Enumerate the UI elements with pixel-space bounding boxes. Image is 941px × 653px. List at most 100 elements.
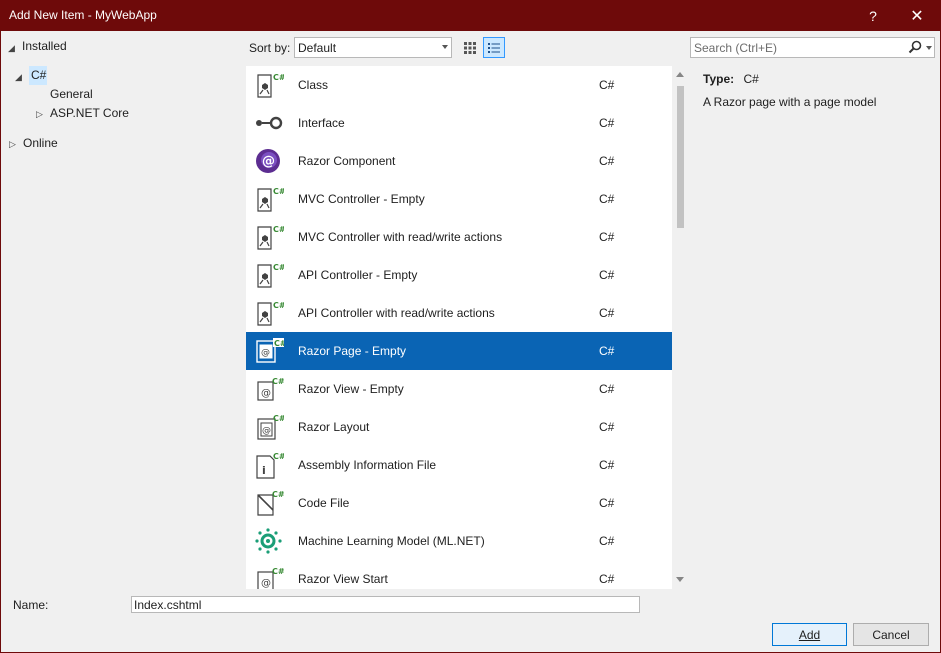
template-row[interactable]: C# MVC Controller with read/write actions… — [246, 218, 672, 256]
list-view-icon — [488, 42, 500, 53]
svg-text:@: @ — [262, 154, 275, 169]
tree-item-label: General — [50, 87, 93, 101]
tree-item-label: ASP.NET Core — [50, 106, 129, 120]
search-box[interactable] — [690, 37, 935, 58]
razor-layout-icon: @ C# — [254, 413, 286, 441]
template-row[interactable]: C# Code File C# — [246, 484, 672, 522]
tree-item-label: Online — [23, 136, 58, 150]
template-list[interactable]: C# Class C# Interface C# @ Razor Component C#… — [246, 66, 689, 589]
template-row[interactable]: C# Class C# — [246, 66, 672, 104]
template-language: C# — [599, 382, 615, 396]
svg-text:C#: C# — [273, 301, 284, 310]
template-row[interactable]: @ Razor Component C# — [246, 142, 672, 180]
template-row[interactable]: @ C# Razor Layout C# — [246, 408, 672, 446]
template-row[interactable]: i C# Assembly Information File C# — [246, 446, 672, 484]
grid-view-button[interactable] — [459, 37, 481, 58]
svg-text:C#: C# — [273, 263, 284, 272]
template-language: C# — [599, 572, 615, 586]
template-name: Class — [298, 78, 329, 92]
template-row[interactable]: Interface C# — [246, 104, 672, 142]
svg-text:C#: C# — [273, 187, 284, 196]
template-row[interactable]: C# API Controller with read/write actions… — [246, 294, 672, 332]
collapsed-arrow-icon[interactable]: ▷ — [36, 109, 43, 120]
chevron-down-icon — [442, 45, 448, 49]
svg-text:C#: C# — [273, 225, 284, 234]
template-language: C# — [599, 496, 615, 510]
controller-icon: C# — [254, 185, 286, 213]
template-language: C# — [599, 306, 615, 320]
name-field[interactable] — [131, 596, 640, 613]
search-options-dropdown-icon[interactable] — [926, 46, 932, 50]
svg-text:@: @ — [262, 426, 271, 436]
template-language: C# — [599, 154, 615, 168]
collapsed-arrow-icon[interactable]: ▷ — [9, 139, 16, 150]
template-language: C# — [599, 458, 615, 472]
template-row[interactable]: @ C# Razor Page - Empty C# — [246, 332, 672, 370]
template-name: Assembly Information File — [298, 458, 437, 472]
template-row[interactable]: C# MVC Controller - Empty C# — [246, 180, 672, 218]
tree-item-label: Installed — [22, 39, 67, 53]
type-label: Type: — [703, 72, 735, 86]
template-row[interactable]: @ C# Razor View - Empty C# — [246, 370, 672, 408]
sort-by-dropdown[interactable]: Default — [294, 37, 452, 58]
list-scrollbar[interactable] — [672, 66, 689, 589]
type-value: C# — [743, 72, 759, 86]
assembly-info-icon: i C# — [254, 451, 286, 479]
interface-icon — [254, 109, 284, 137]
list-view-button[interactable] — [483, 37, 505, 58]
template-name: Interface — [298, 116, 345, 130]
help-button[interactable]: ? — [853, 0, 893, 31]
close-button[interactable]: ✕ — [897, 0, 937, 31]
svg-text:C#: C# — [273, 414, 284, 423]
razor-page-icon: @ C# — [254, 337, 287, 365]
template-row[interactable]: @ C# Razor View Start C# — [246, 560, 672, 589]
template-row[interactable]: C# API Controller - Empty C# — [246, 256, 672, 294]
svg-text:i: i — [262, 464, 266, 477]
template-language: C# — [599, 268, 615, 282]
template-name: API Controller - Empty — [298, 268, 418, 282]
cancel-button-label: Cancel — [872, 627, 910, 642]
template-language: C# — [599, 344, 615, 358]
template-name: MVC Controller - Empty — [298, 192, 425, 206]
sort-by-value: Default — [298, 41, 337, 55]
template-name: Code File — [298, 496, 350, 510]
svg-text:@: @ — [261, 348, 270, 358]
template-language: C# — [599, 534, 615, 548]
template-name: Razor Page - Empty — [298, 344, 407, 358]
template-name: Razor Layout — [298, 420, 370, 434]
template-name: Razor View - Empty — [298, 382, 404, 396]
title-bar: Add New Item - MyWebApp ? ✕ — [0, 0, 941, 31]
template-name: Razor Component — [298, 154, 396, 168]
controller-icon: C# — [254, 299, 286, 327]
svg-text:C#: C# — [273, 73, 284, 82]
template-row[interactable]: Machine Learning Model (ML.NET) C# — [246, 522, 672, 560]
template-description: A Razor page with a page model — [703, 95, 877, 109]
template-language: C# — [599, 78, 615, 92]
template-language: C# — [599, 230, 615, 244]
cancel-button[interactable]: Cancel — [853, 623, 929, 646]
add-button-label: Add — [798, 627, 821, 642]
name-label: Name: — [13, 598, 49, 612]
search-icon[interactable] — [908, 40, 922, 54]
add-button[interactable]: Add — [772, 623, 847, 646]
template-language: C# — [599, 420, 615, 434]
razor-view-icon: @ C# — [254, 375, 285, 403]
svg-text:C#: C# — [273, 452, 284, 461]
expanded-arrow-icon[interactable]: ◢ — [8, 43, 15, 54]
sort-by-label: Sort by: — [249, 41, 291, 55]
svg-text:C#: C# — [274, 339, 284, 348]
template-name: MVC Controller with read/write actions — [298, 230, 503, 244]
svg-text:C#: C# — [272, 490, 284, 499]
scrollbar-thumb[interactable] — [677, 86, 684, 228]
tree-item-label: C# — [31, 68, 47, 82]
code-file-icon: C# — [254, 489, 285, 517]
svg-text:@: @ — [261, 578, 271, 589]
scroll-down-arrow-icon[interactable] — [676, 577, 684, 582]
expanded-arrow-icon[interactable]: ◢ — [15, 72, 22, 83]
template-name: API Controller with read/write actions — [298, 306, 495, 320]
ml-model-icon — [254, 527, 284, 555]
search-input[interactable] — [694, 40, 894, 55]
template-language: C# — [599, 192, 615, 206]
class-icon: C# — [254, 71, 286, 99]
scroll-up-arrow-icon[interactable] — [676, 72, 684, 77]
